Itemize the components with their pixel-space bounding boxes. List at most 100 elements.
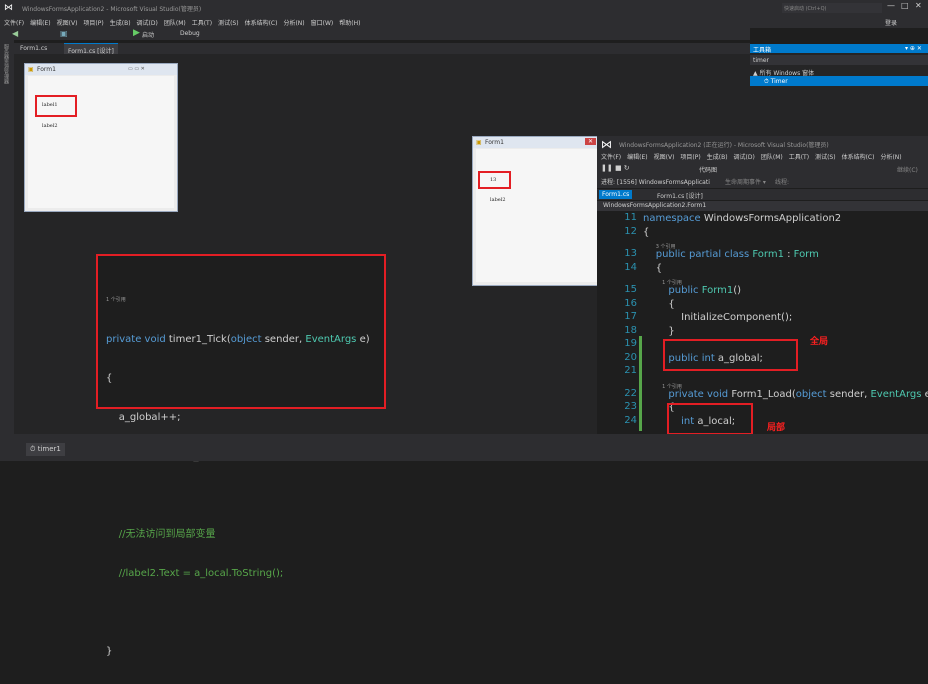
menu-item-6[interactable]: 团队(M)	[164, 18, 186, 27]
line-number: 23	[624, 401, 637, 412]
continue-button[interactable]: 继续(C)	[897, 165, 918, 174]
document-tabs: Form1.cs Form1.cs [设计]	[14, 43, 750, 55]
menu-item-5[interactable]: 调试(D)	[137, 18, 158, 27]
save-icon[interactable]: ▣	[60, 29, 68, 38]
code-line: {	[643, 262, 663, 274]
menu-item-11[interactable]: 窗口(W)	[311, 18, 334, 27]
running-form-icon: ▣	[476, 139, 482, 146]
tab-form1-design[interactable]: Form1.cs [设计]	[64, 43, 118, 55]
code-snippet-panel: 1 个引用 private void timer1_Tick(object se…	[96, 254, 386, 657]
running-menu-item-3[interactable]: 项目(P)	[680, 154, 700, 161]
running-menu-item-9[interactable]: 体系结构(C)	[842, 154, 875, 161]
running-menu-item-4[interactable]: 生成(B)	[707, 154, 728, 161]
line-number: 21	[624, 365, 637, 376]
code-line: namespace WindowsFormsApplication2	[643, 213, 842, 224]
code-line: InitializeComponent();	[643, 312, 793, 323]
running-label2: label2	[490, 197, 506, 203]
code-editor[interactable]: 11 namespace WindowsFormsApplication2 12{ …	[597, 212, 928, 436]
running-form-close-icon[interactable]: ✕	[585, 138, 597, 145]
running-tab-form1-cs[interactable]: Form1.cs	[599, 190, 633, 199]
maximize-button[interactable]: □	[901, 1, 909, 10]
line-number: 16	[624, 297, 637, 309]
menu-item-2[interactable]: 视图(V)	[57, 18, 78, 27]
tray-timer1[interactable]: ⏱ timer1	[26, 443, 65, 456]
line-number: 13	[624, 248, 637, 259]
running-menu-item-8[interactable]: 测试(S)	[815, 154, 836, 161]
running-menu-item-0[interactable]: 文件(F)	[601, 154, 621, 161]
toolbox-search[interactable]: timer	[750, 55, 928, 65]
snippet-blank2	[106, 606, 370, 619]
minimize-button[interactable]: —	[887, 1, 895, 10]
menu-item-7[interactable]: 工具(T)	[192, 18, 212, 27]
line-number: 18	[624, 324, 637, 336]
line-number: 14	[624, 261, 637, 273]
designer-label2[interactable]: label2	[42, 123, 58, 129]
start-button[interactable]: 启动	[142, 30, 154, 39]
process-select[interactable]: 进程: [1556] WindowsFormsApplicati	[601, 177, 710, 186]
tab-form1-cs[interactable]: Form1.cs	[16, 43, 51, 54]
running-menu-item-1[interactable]: 编辑(E)	[627, 154, 647, 161]
menu-item-10[interactable]: 分析(N)	[283, 18, 304, 27]
running-menu-item-6[interactable]: 团队(M)	[761, 154, 783, 161]
running-menu-item-10[interactable]: 分析(N)	[880, 154, 901, 161]
component-tray: ⏱ timer1	[0, 434, 928, 461]
pause-icon[interactable]: ❚❚ ■ ↻	[601, 164, 630, 172]
highlight-global-var	[663, 339, 798, 371]
running-menu-item-2[interactable]: 视图(V)	[654, 154, 675, 161]
highlight-label1-running	[478, 171, 511, 189]
nav-bar[interactable]: WindowsFormsApplication2.Form1	[597, 201, 928, 211]
menu-item-9[interactable]: 体系结构(C)	[245, 18, 278, 27]
toolbox-item-label: Timer	[770, 78, 788, 85]
running-ide-tabs: Form1.cs Form1.cs [设计]	[597, 189, 928, 200]
running-tab-form1-design[interactable]: Form1.cs [设计]	[657, 191, 703, 200]
close-button[interactable]: ✕	[915, 1, 922, 10]
running-ide-title: WindowsFormsApplication2 (正在运行) - Micros…	[619, 142, 829, 149]
menu-item-4[interactable]: 生成(B)	[110, 18, 131, 27]
thread-select[interactable]: 线程:	[775, 177, 789, 186]
snippet-line5: //无法访问到局部变量	[106, 529, 216, 540]
menu-item-1[interactable]: 编辑(E)	[30, 18, 50, 27]
menu-bar: 文件(F) 编辑(E) 视图(V) 项目(P) 生成(B) 调试(D) 团队(M) 工具(T)…	[0, 16, 928, 28]
menu-item-12[interactable]: 帮助(H)	[339, 18, 360, 27]
vs-logo-icon-2: ⋈	[601, 138, 612, 151]
config-select[interactable]: Debug	[180, 30, 200, 37]
snippet-line1: private void timer1_Tick(object sender, …	[106, 334, 370, 345]
highlight-local-var	[667, 403, 753, 435]
running-menu-item-7[interactable]: 工具(T)	[789, 154, 809, 161]
line-number: 15	[624, 284, 637, 295]
snippet-line2: {	[106, 373, 113, 384]
server-explorer-strip[interactable]: 服务器资源管理器	[0, 40, 14, 461]
designer-form-title: Form1	[25, 64, 177, 75]
running-ide-window: ⋈ WindowsFormsApplication2 (正在运行) - Micr…	[597, 136, 928, 436]
code-line: private void Form1_Load(object sender, E…	[643, 388, 928, 400]
line-number: 24	[624, 414, 637, 426]
toolbox-item-timer[interactable]: ⏱ Timer	[750, 76, 928, 86]
annotation-local: 局部	[767, 423, 786, 433]
menu-item-0[interactable]: 文件(F)	[4, 18, 24, 27]
login-link[interactable]: 登录	[885, 18, 897, 27]
code-line: {	[643, 298, 675, 310]
menu-item-3[interactable]: 项目(P)	[83, 18, 103, 27]
snippet-line6: //label2.Text = a_local.ToString();	[106, 568, 284, 579]
highlight-label1-designer	[35, 95, 77, 117]
running-ide-chrome: ⋈ WindowsFormsApplication2 (正在运行) - Micr…	[597, 136, 928, 188]
pin-icon[interactable]: ▾ ⊕ ✕	[905, 45, 922, 52]
back-icon[interactable]: ◀	[12, 29, 18, 38]
code-view-button[interactable]: 代码图	[699, 165, 717, 174]
toolbox-title: 工具箱	[750, 44, 928, 54]
lifecycle-select[interactable]: 生命周期事件 ▾	[725, 177, 766, 186]
designer-form[interactable]: Form1 ▣ ▭ ▭ ✕ label1 label2	[24, 63, 178, 212]
tray-timer1-label: timer1	[37, 445, 61, 453]
search-input[interactable]: 快速启动 (Ctrl+Q)	[782, 3, 882, 13]
snippet-line7: }	[106, 646, 113, 657]
server-explorer-label: 服务器资源管理器	[3, 44, 9, 84]
timer-icon: ⏱	[764, 78, 771, 85]
snippet-ref: 1 个引用	[106, 297, 126, 303]
start-icon[interactable]: ▶	[133, 28, 140, 38]
toolbox-group[interactable]: ▲ 所有 Windows 窗体	[750, 66, 928, 77]
running-form[interactable]: Form1 ▣ ✕ 13 label2	[472, 136, 607, 286]
menu-item-8[interactable]: 测试(S)	[218, 18, 239, 27]
running-menu-item-5[interactable]: 调试(D)	[734, 154, 755, 161]
snippet-line3: a_global++;	[106, 412, 181, 423]
annotation-global: 全局	[810, 337, 829, 347]
